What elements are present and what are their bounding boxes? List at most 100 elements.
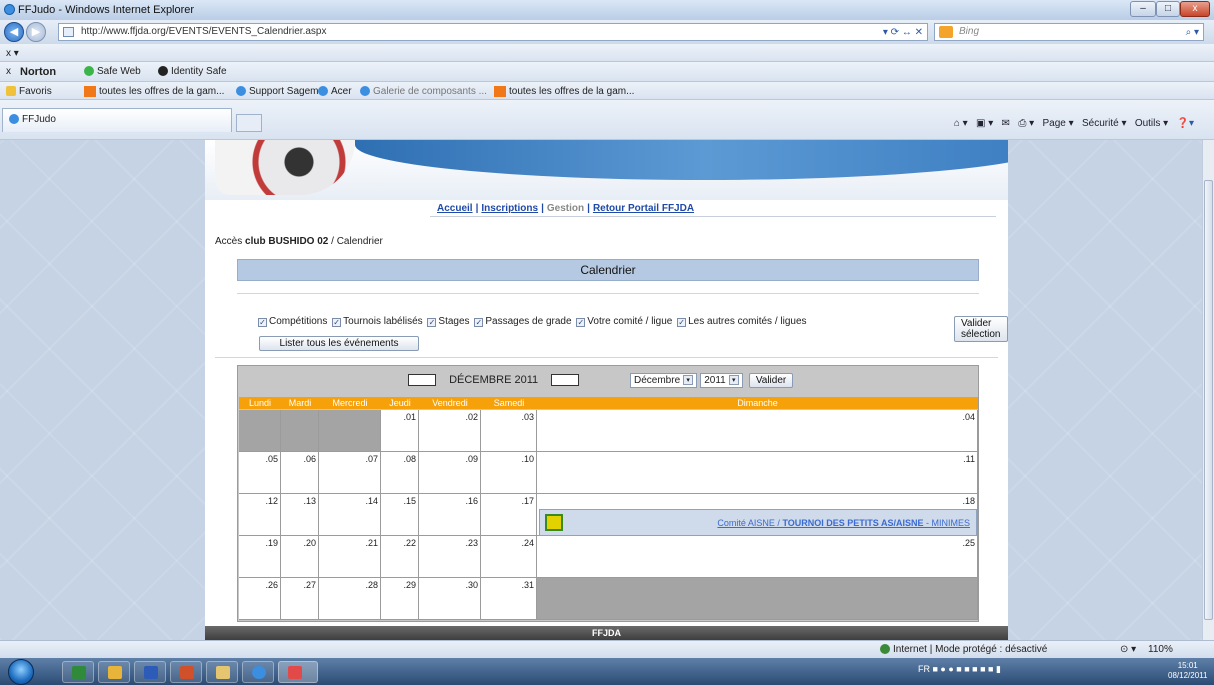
favorites-button[interactable]: Favoris — [6, 86, 52, 97]
calendar-day-cell[interactable]: .10 — [481, 452, 537, 494]
calendar-day-cell[interactable]: .08 — [381, 452, 419, 494]
month-select[interactable]: Décembre ▾ — [630, 373, 698, 388]
calendar-day-cell[interactable]: .12 — [239, 494, 281, 536]
calendar-day-cell[interactable]: .25 — [537, 536, 978, 578]
checkbox-checked-icon[interactable]: ✓ — [258, 318, 267, 327]
start-button[interactable] — [8, 659, 34, 685]
checkbox-checked-icon[interactable]: ✓ — [332, 318, 342, 327]
print-icon[interactable]: ⎙ ▾ — [1018, 118, 1034, 129]
calendar-day-cell[interactable]: .23 — [419, 536, 481, 578]
filter-competitions[interactable]: ✓ Compétitions — [258, 316, 327, 327]
feeds-icon[interactable]: ▣ ▾ — [976, 118, 993, 129]
checkbox-checked-icon[interactable]: ✓ — [474, 318, 484, 327]
norton-menu[interactable]: Norton — [20, 66, 56, 78]
next-month-arrow-icon[interactable] — [551, 374, 580, 387]
calendar-day-cell[interactable]: .11 — [537, 452, 978, 494]
search-input[interactable]: Bing ⌕ ▾ — [934, 23, 1204, 41]
filter-tournois[interactable]: ✓ Tournois labélisés — [332, 316, 423, 327]
nav-inscriptions[interactable]: Inscriptions — [481, 203, 538, 214]
calendar-day-cell[interactable]: .29 — [381, 578, 419, 620]
favorite-link[interactable]: Support Sagem — [236, 86, 319, 97]
calendar-day-cell[interactable]: .27 — [281, 578, 319, 620]
calendar-day-cell[interactable]: .31 — [481, 578, 537, 620]
help-icon[interactable]: ❓▾ — [1177, 118, 1194, 129]
event-link[interactable]: Comité AISNE / TOURNOI DES PETITS AS/AIS… — [717, 518, 970, 528]
vertical-scrollbar[interactable] — [1202, 140, 1214, 640]
new-tab-button[interactable] — [236, 114, 262, 132]
checkbox-checked-icon[interactable]: ✓ — [576, 318, 586, 327]
norton-close-icon[interactable]: x — [6, 66, 11, 77]
security-zone[interactable]: Internet | Mode protégé : désactivé — [880, 644, 1047, 655]
lister-evenements-button[interactable]: Lister tous les événements — [259, 336, 419, 351]
nav-retour-portail[interactable]: Retour Portail FFJDA — [593, 203, 694, 214]
filter-stages[interactable]: ✓ Stages — [427, 316, 470, 327]
tab-ffjudo[interactable]: FFJudo — [2, 108, 232, 132]
calendar-day-cell[interactable]: .26 — [239, 578, 281, 620]
prev-month-arrow-icon[interactable] — [408, 374, 436, 387]
favorite-link[interactable]: toutes les offres de la gam... — [84, 86, 224, 97]
scrollbar-thumb[interactable] — [1204, 180, 1213, 620]
taskbar-excel[interactable] — [62, 661, 94, 683]
calendar-day-cell[interactable]: .13 — [281, 494, 319, 536]
forward-button[interactable]: ▶ — [26, 22, 46, 42]
close-button[interactable]: x — [1180, 1, 1210, 17]
taskbar-outlook[interactable] — [98, 661, 130, 683]
clock[interactable]: 15:01 08/12/2011 — [1168, 661, 1207, 681]
nav-accueil[interactable]: Accueil — [437, 203, 473, 214]
calendar-day-cell[interactable]: .20 — [281, 536, 319, 578]
checkbox-checked-icon[interactable]: ✓ — [427, 318, 437, 327]
favorite-link[interactable]: Galerie de composants ... — [360, 86, 487, 97]
favorite-link[interactable]: Acer — [318, 86, 352, 97]
filter-votre-comite[interactable]: ✓ Votre comité / ligue — [576, 316, 672, 327]
calendar-day-cell[interactable]: .04 — [537, 410, 978, 452]
mail-icon[interactable]: ✉ — [1002, 118, 1010, 129]
calendar-day-cell[interactable]: .09 — [419, 452, 481, 494]
calendar-day-cell[interactable]: .05 — [239, 452, 281, 494]
calendar-day-cell[interactable]: .15 — [381, 494, 419, 536]
calendar-day-cell[interactable]: .03 — [481, 410, 537, 452]
minimize-button[interactable]: – — [1130, 1, 1156, 17]
taskbar-paint[interactable] — [278, 661, 318, 683]
favorite-link[interactable]: toutes les offres de la gam... — [494, 86, 634, 97]
valider-selection-button[interactable]: Valider sélection — [954, 316, 1008, 342]
system-tray[interactable]: FR ■ ● ● ■ ■ ■ ■ ■ ▮ — [918, 664, 1001, 675]
filter-passages-grade[interactable]: ✓ Passages de grade — [474, 316, 572, 327]
home-icon[interactable]: ⌂ ▾ — [954, 118, 968, 129]
calendar-day-cell[interactable]: .01 — [381, 410, 419, 452]
calendar-day-cell[interactable]: .02 — [419, 410, 481, 452]
back-button[interactable]: ◀ — [4, 22, 24, 42]
calendar-day-cell[interactable]: .17 — [481, 494, 537, 536]
search-icon[interactable]: ⌕ ▾ — [1186, 25, 1199, 41]
year-select[interactable]: 2011 ▾ — [700, 373, 743, 388]
toolbar-close-icon[interactable]: x ▾ — [6, 48, 19, 59]
calendar-day-cell[interactable]: .30 — [419, 578, 481, 620]
address-input[interactable]: http://www.ffjda.org/EVENTS/EVENTS_Calen… — [58, 23, 928, 41]
checkbox-checked-icon[interactable]: ✓ — [677, 318, 687, 327]
nav-gestion[interactable]: Gestion — [547, 203, 584, 214]
zoom-icon[interactable]: ⊙ ▾ — [1120, 644, 1136, 655]
zoom-level[interactable]: 110% — [1148, 644, 1173, 655]
taskbar-ie[interactable] — [242, 661, 274, 683]
page-menu[interactable]: Page — [1042, 118, 1065, 129]
calendar-day-cell[interactable]: .06 — [281, 452, 319, 494]
calendar-day-cell[interactable]: .21 — [319, 536, 381, 578]
language-indicator[interactable]: FR — [918, 664, 930, 674]
calendar-day-cell[interactable]: .28 — [319, 578, 381, 620]
security-menu[interactable]: Sécurité — [1082, 118, 1119, 129]
calendar-day-cell[interactable]: .22 — [381, 536, 419, 578]
calendar-day-cell[interactable]: .19 — [239, 536, 281, 578]
identity-safe-menu[interactable]: Identity Safe — [158, 66, 227, 77]
filter-autres-comites[interactable]: ✓ Les autres comités / ligues — [677, 316, 807, 327]
calendar-day-cell[interactable]: .24 — [481, 536, 537, 578]
calendar-day-cell[interactable]: .07 — [319, 452, 381, 494]
calendar-event[interactable]: Comité AISNE / TOURNOI DES PETITS AS/AIS… — [539, 509, 977, 536]
valider-month-button[interactable]: Valider — [748, 373, 794, 388]
tools-menu[interactable]: Outils — [1135, 118, 1161, 129]
safe-web-menu[interactable]: Safe Web — [84, 66, 141, 77]
address-tools[interactable]: ▾ ⟳ ↔ ✕ — [883, 25, 923, 41]
taskbar-powerpoint[interactable] — [170, 661, 202, 683]
calendar-day-cell[interactable]: .14 — [319, 494, 381, 536]
taskbar-explorer[interactable] — [206, 661, 238, 683]
taskbar-word[interactable] — [134, 661, 166, 683]
maximize-button[interactable]: □ — [1156, 1, 1180, 17]
